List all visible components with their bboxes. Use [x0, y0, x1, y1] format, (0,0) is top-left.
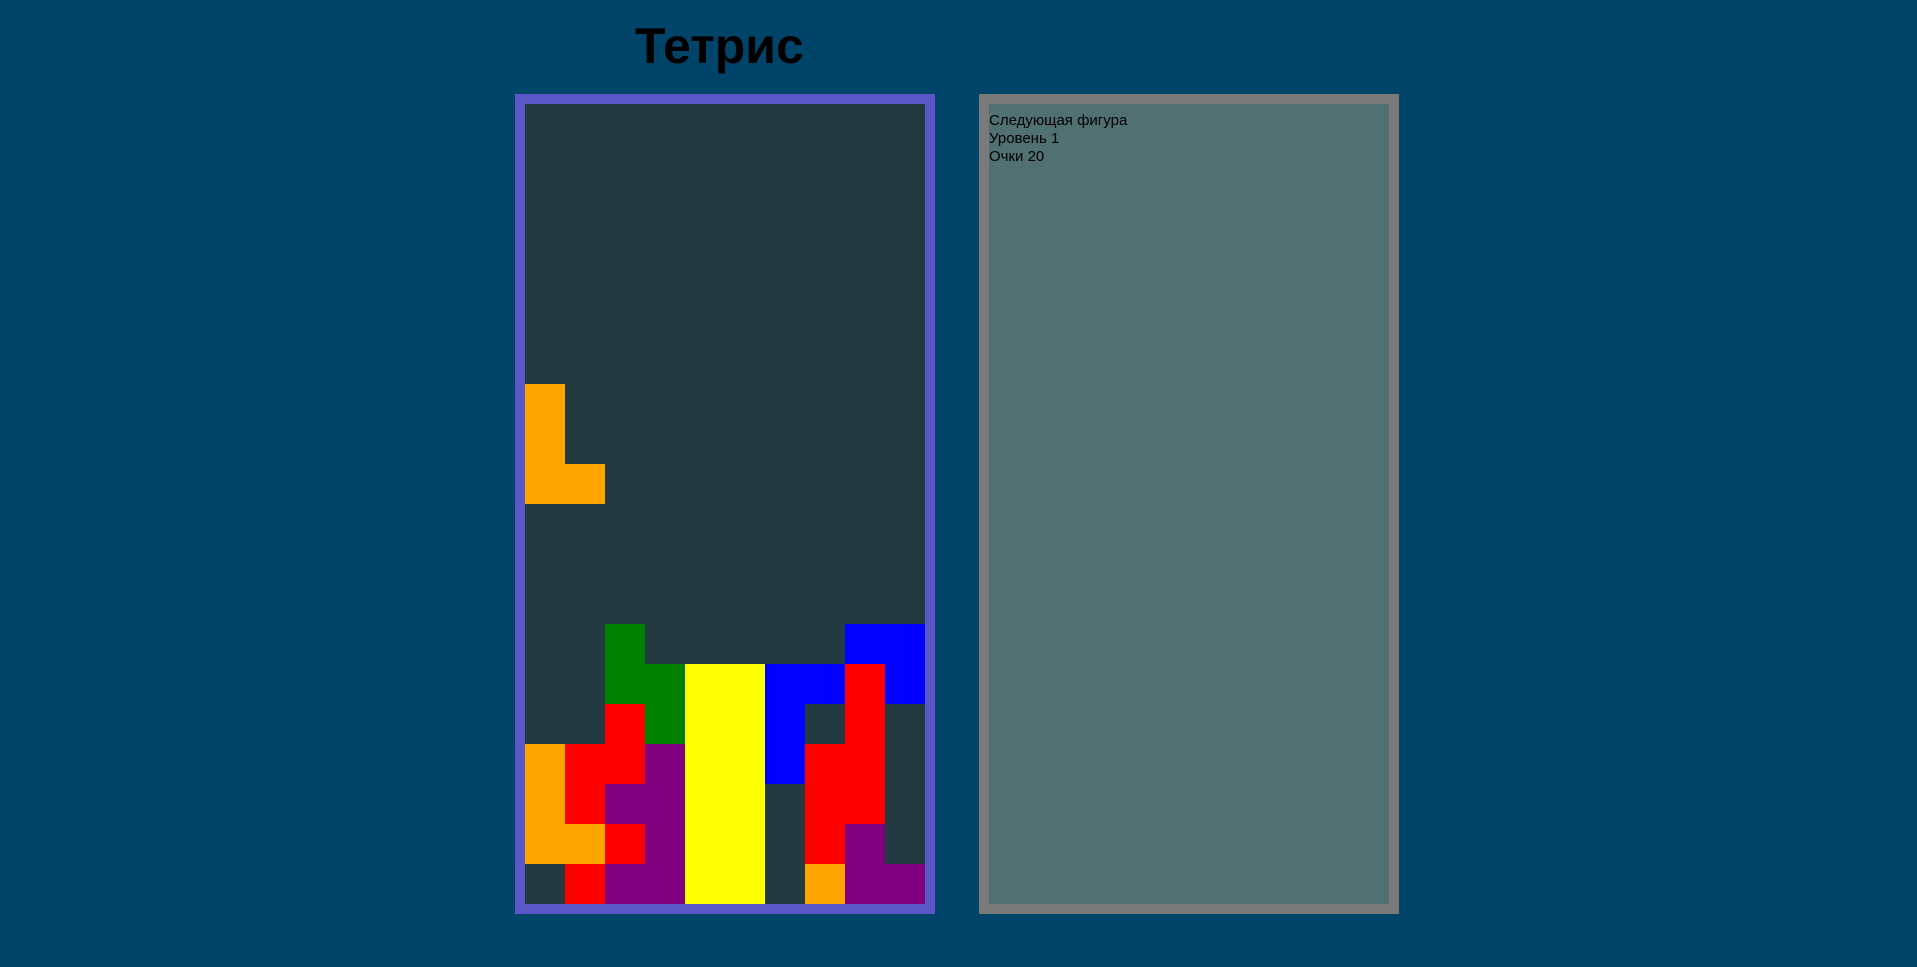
- game-title: Тетрис: [635, 18, 804, 74]
- score-label: Очки 20: [989, 148, 1045, 165]
- side-panel: Следующая фигура Уровень 1 Очки 20: [979, 94, 1399, 914]
- board-block: [645, 864, 685, 904]
- board-block: [845, 704, 885, 744]
- board-block: [805, 824, 845, 864]
- board-block: [645, 784, 685, 824]
- board-block: [805, 664, 845, 704]
- board-block: [685, 824, 725, 864]
- board-block: [645, 664, 685, 704]
- board-block: [845, 824, 885, 864]
- board-block: [845, 744, 885, 784]
- board-block: [605, 624, 645, 664]
- board-block: [885, 624, 925, 664]
- board-block: [645, 744, 685, 784]
- board-block: [845, 664, 885, 704]
- board-block: [765, 744, 805, 784]
- board-block: [805, 744, 845, 784]
- board-block: [685, 864, 725, 904]
- board-block: [605, 864, 645, 904]
- board-block: [725, 744, 765, 784]
- board-block: [525, 744, 565, 784]
- board-block: [845, 624, 885, 664]
- board-block: [725, 664, 765, 704]
- next-piece-label: Следующая фигура: [989, 112, 1128, 129]
- board-block: [845, 864, 885, 904]
- board-block: [725, 864, 765, 904]
- board-block: [725, 704, 765, 744]
- board-block: [565, 744, 605, 784]
- board-block: [765, 664, 805, 704]
- board-block: [605, 704, 645, 744]
- board-block: [885, 864, 925, 904]
- board-block: [685, 704, 725, 744]
- board-block: [685, 664, 725, 704]
- board-block: [685, 784, 725, 824]
- board-block: [885, 664, 925, 704]
- info-block: Следующая фигура Уровень 1 Очки 20: [989, 112, 1127, 166]
- board-block: [605, 744, 645, 784]
- board-block: [645, 824, 685, 864]
- board-block: [605, 664, 645, 704]
- level-label: Уровень 1: [989, 130, 1060, 147]
- board-block: [845, 784, 885, 824]
- board-grid: [525, 104, 925, 904]
- board-block: [645, 704, 685, 744]
- board-block: [525, 384, 565, 424]
- board-block: [565, 864, 605, 904]
- board-block: [565, 784, 605, 824]
- board-block: [525, 824, 565, 864]
- board-block: [525, 424, 565, 464]
- board-block: [725, 784, 765, 824]
- board-block: [725, 824, 765, 864]
- game-board[interactable]: [515, 94, 935, 914]
- board-block: [605, 824, 645, 864]
- board-block: [605, 784, 645, 824]
- board-block: [685, 744, 725, 784]
- board-block: [525, 464, 565, 504]
- board-block: [565, 464, 605, 504]
- board-block: [765, 704, 805, 744]
- board-block: [805, 864, 845, 904]
- board-block: [565, 824, 605, 864]
- board-block: [525, 784, 565, 824]
- board-block: [805, 784, 845, 824]
